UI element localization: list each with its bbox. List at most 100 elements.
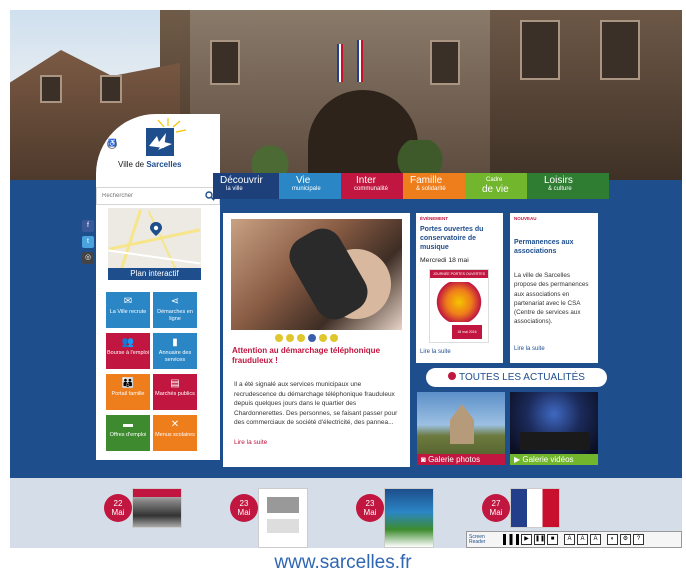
document-icon: ▤ xyxy=(170,378,180,389)
volume-icon[interactable] xyxy=(503,534,519,545)
nav-sublabel: de vie xyxy=(482,184,509,195)
feature-title[interactable]: Attention au démarchage téléphonique fra… xyxy=(232,346,402,366)
carousel-dot[interactable] xyxy=(297,334,305,342)
tile-label: Menus scolaires xyxy=(155,432,195,438)
tile-menus-scolaires[interactable]: ✕ Menus scolaires xyxy=(153,415,197,451)
event-date-badge[interactable]: 23 Mai xyxy=(230,494,258,522)
event-card: ÉVÉNEMENT Portes ouvertes du conservatoi… xyxy=(416,213,503,363)
feature-body: Il a été signalé aux services municipaux… xyxy=(234,381,398,427)
carousel-dot[interactable] xyxy=(275,334,283,342)
tile-bourse-emploi[interactable]: 👥 Bourse à l'emploi xyxy=(106,333,150,369)
directory-icon: ▮ xyxy=(172,337,178,348)
tile-label: Portail famille xyxy=(111,391,145,397)
poster-date: 18 mai 2016 xyxy=(452,325,482,339)
nav-sublabel: communalité xyxy=(354,186,389,192)
carousel-dot[interactable] xyxy=(286,334,294,342)
people-icon: 👥 xyxy=(121,337,135,348)
event-date-badge[interactable]: 27 Mai xyxy=(482,494,510,522)
carousel-dot[interactable] xyxy=(308,334,316,342)
nav-sublabel: municipale xyxy=(292,186,321,192)
logo-text: Ville de Sarcelles xyxy=(118,160,182,169)
interactive-map[interactable]: Plan interactif xyxy=(108,208,201,280)
carousel-dot[interactable] xyxy=(330,334,338,342)
stop-button[interactable]: ■ xyxy=(547,534,558,545)
tile-annuaire-services[interactable]: ▮ Annuaire des services xyxy=(153,333,197,369)
accessibility-icon[interactable]: ♿ xyxy=(107,139,117,149)
event-thumbnail[interactable] xyxy=(132,488,182,528)
jobs-icon: ▬ xyxy=(123,419,133,430)
all-news-button[interactable]: TOUTES LES ACTUALITÉS xyxy=(426,368,607,387)
tile-ville-recrute[interactable]: ✉ La Ville recrute xyxy=(106,292,150,328)
card-date: Mercredi 18 mai xyxy=(420,257,469,264)
event-date-badge[interactable]: 22 Mai xyxy=(104,494,132,522)
event-poster[interactable]: JOURNÉE PORTES OUVERTES 18 mai 2016 xyxy=(429,269,489,343)
instagram-icon[interactable]: ◎ xyxy=(82,252,94,264)
tile-marches-publics[interactable]: ▤ Marchés publics xyxy=(153,374,197,410)
carousel-dot[interactable] xyxy=(319,334,327,342)
tile-label: Démarches en ligne xyxy=(157,309,193,322)
twitter-icon[interactable]: t xyxy=(82,236,94,248)
text-size-increase-button[interactable]: A xyxy=(590,534,601,545)
card-tag: NOUVEAU xyxy=(514,216,537,221)
nav-sublabel: la ville xyxy=(226,186,243,192)
nav-sublabel: & solidarité xyxy=(416,186,446,192)
tile-label: La Ville recrute xyxy=(109,309,147,315)
nav-label: Loisirs xyxy=(544,175,573,186)
poster-heading: JOURNÉE PORTES OUVERTES xyxy=(430,270,488,278)
map-pin-icon xyxy=(150,222,162,236)
nav-decouvrir-la-ville[interactable]: Découvrir la ville xyxy=(213,173,279,199)
tile-label: Offres d'emploi xyxy=(109,432,147,438)
site-url[interactable]: www.sarcelles.fr xyxy=(0,552,686,574)
play-button[interactable]: ▶ xyxy=(521,534,532,545)
tile-label: Marchés publics xyxy=(155,391,195,397)
feature-image[interactable] xyxy=(231,219,402,330)
carousel-dots xyxy=(275,334,338,342)
feature-read-more-link[interactable]: Lire la suite xyxy=(234,439,267,446)
family-icon: 👪 xyxy=(121,378,135,389)
card-read-more-link[interactable]: Lire la suite xyxy=(420,349,451,355)
nav-intercommunalite[interactable]: Inter communalité xyxy=(341,173,403,199)
nav-cadre-de-vie[interactable]: Cadre de vie xyxy=(465,173,527,199)
nav-loisirs-culture[interactable]: Loisirs & culture xyxy=(527,173,609,199)
pause-button[interactable]: ❚❚ xyxy=(534,534,545,545)
event-thumbnail[interactable] xyxy=(510,488,560,528)
nav-label: Inter xyxy=(356,175,377,186)
card-read-more-link[interactable]: Lire la suite xyxy=(514,346,545,352)
event-date-badge[interactable]: 23 Mai xyxy=(356,494,384,522)
left-sidebar: ♿ Ville de Sarcelles Rechercher Plan int… xyxy=(96,114,220,460)
text-size-reset-button[interactable]: A xyxy=(577,534,588,545)
event-thumbnail[interactable] xyxy=(258,488,308,548)
tile-label: Bourse à l'emploi xyxy=(106,350,149,356)
nav-label: Vie xyxy=(296,175,311,186)
main-navigation: Découvrir la ville Vie municipale Inter … xyxy=(213,173,609,199)
search-input[interactable] xyxy=(97,193,201,199)
settings-button[interactable]: ⚙ xyxy=(620,534,631,545)
card-title[interactable]: Permanences aux associations xyxy=(514,238,594,256)
screen-reader-logo[interactable]: Screen Reader xyxy=(469,534,501,545)
video-gallery-tile[interactable]: ▶ Galerie vidéos xyxy=(510,392,598,465)
featured-article: Attention au démarchage téléphonique fra… xyxy=(223,213,410,467)
play-icon xyxy=(448,372,457,380)
card-body: La ville de Sarcelles propose des perman… xyxy=(514,272,589,326)
contrast-button[interactable]: ◐ xyxy=(607,534,618,545)
facebook-icon[interactable]: f xyxy=(82,220,94,232)
tile-portail-famille[interactable]: 👪 Portail famille xyxy=(106,374,150,410)
help-button[interactable]: ? xyxy=(633,534,644,545)
tile-demarches-en-ligne[interactable]: ⋖ Démarches en ligne xyxy=(153,292,197,328)
share-icon: ⋖ xyxy=(170,296,180,307)
screen-reader-toolbar: Screen Reader ▶ ❚❚ ■ A A A ◐ ⚙ ? xyxy=(466,531,682,548)
gallery-label: ◙ Galerie photos xyxy=(417,454,505,465)
photo-gallery-tile[interactable]: ◙ Galerie photos xyxy=(417,392,505,465)
nav-label: Découvrir xyxy=(220,175,263,186)
card-title[interactable]: Portes ouvertes du conservatoire de musi… xyxy=(420,225,500,252)
homepage-screenshot: f t ◎ ♿ Ville de Sarcelles Rechercher Pl… xyxy=(10,10,682,548)
nav-label: Famille xyxy=(410,175,443,186)
camera-icon: ◙ xyxy=(421,455,429,464)
event-thumbnail[interactable] xyxy=(384,488,434,548)
nav-famille-solidarite[interactable]: Famille & solidarité xyxy=(403,173,465,199)
nav-vie-municipale[interactable]: Vie municipale xyxy=(279,173,341,199)
tile-offres-emploi[interactable]: ▬ Offres d'emploi xyxy=(106,415,150,451)
chat-icon: ✉ xyxy=(123,296,133,307)
text-size-decrease-button[interactable]: A xyxy=(564,534,575,545)
tile-label: Annuaire des services xyxy=(158,350,192,363)
